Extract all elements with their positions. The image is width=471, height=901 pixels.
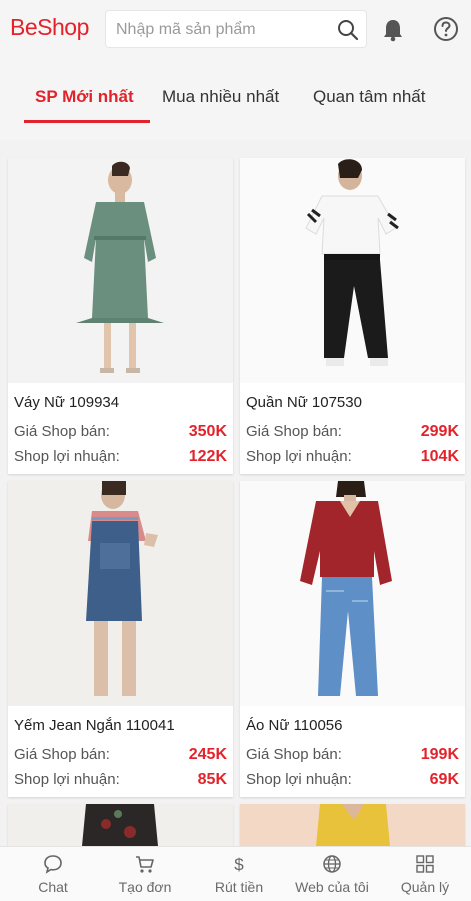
logo-be-text: Be (10, 14, 38, 40)
search-icon[interactable] (336, 18, 360, 42)
product-name: Quần Nữ 107530 (246, 394, 362, 411)
profit-label: Shop lợi nhuận: (246, 771, 352, 788)
product-image (240, 158, 465, 383)
product-card[interactable]: Váy Nữ 109934 Giá Shop bán: 350K Shop lợ… (8, 158, 233, 474)
product-name: Yếm Jean Ngắn 110041 (14, 717, 175, 734)
price-label: Giá Shop bán: (14, 746, 110, 763)
nav-chat[interactable]: Chat (16, 847, 90, 901)
product-card[interactable]: Quần Nữ 107530 Giá Shop bán: 299K Shop l… (240, 158, 465, 474)
svg-text:$: $ (234, 855, 244, 874)
profit-value: 85K (197, 771, 227, 788)
product-card[interactable]: Áo Nữ 110056 Giá Shop bán: 199K Shop lợi… (240, 481, 465, 797)
price-label: Giá Shop bán: (246, 746, 342, 763)
bell-icon[interactable] (382, 18, 404, 42)
nav-my-web-label: Web của tôi (295, 879, 369, 895)
profit-value: 122K (188, 448, 227, 465)
product-card[interactable]: Yếm Jean Ngắn 110041 Giá Shop bán: 245K … (8, 481, 233, 797)
product-name: Váy Nữ 109934 (14, 394, 120, 411)
nav-withdraw-label: Rút tiền (214, 879, 264, 895)
nav-manage[interactable]: Quản lý (390, 847, 460, 901)
beshop-logo[interactable]: BeShop (10, 14, 89, 41)
search-placeholder: Nhập mã sản phẩm (116, 21, 256, 38)
product-image (8, 158, 233, 383)
profit-label: Shop lợi nhuận: (246, 448, 352, 465)
tab-best-selling[interactable]: Mua nhiều nhất (162, 87, 279, 107)
price-value: 199K (420, 746, 459, 763)
nav-create-order-label: Tạo đơn (118, 879, 172, 895)
dollar-icon: $ (234, 855, 244, 874)
profit-value: 69K (429, 771, 459, 788)
product-image (8, 481, 233, 706)
tab-bar: SP Mới nhất Mua nhiều nhất Quan tâm nhất (0, 62, 471, 140)
price-label: Giá Shop bán: (246, 423, 342, 440)
globe-icon (323, 855, 341, 873)
chat-icon (44, 855, 62, 874)
product-image (240, 481, 465, 706)
profit-label: Shop lợi nhuận: (14, 448, 120, 465)
search-input[interactable]: Nhập mã sản phẩm (105, 10, 367, 48)
product-card-partial[interactable] (240, 804, 465, 846)
help-icon[interactable] (433, 16, 459, 42)
app-header: BeShop Nhập mã sản phẩm (0, 0, 471, 62)
bottom-navigation: Chat Tạo đơn $ Rút tiền Web của tôi Quản… (0, 846, 471, 901)
product-image (8, 804, 233, 846)
price-value: 350K (188, 423, 227, 440)
tab-newest[interactable]: SP Mới nhất (35, 87, 134, 107)
tab-most-interested[interactable]: Quan tâm nhất (313, 87, 425, 107)
grid-icon (416, 855, 434, 873)
product-card-partial[interactable] (8, 804, 233, 846)
profit-value: 104K (420, 448, 459, 465)
nav-withdraw[interactable]: $ Rút tiền (202, 847, 276, 901)
product-name: Áo Nữ 110056 (246, 717, 343, 734)
price-label: Giá Shop bán: (14, 423, 110, 440)
price-value: 245K (188, 746, 227, 763)
nav-manage-label: Quản lý (400, 879, 450, 895)
logo-shop-text: Shop (37, 14, 89, 40)
price-value: 299K (420, 423, 459, 440)
cart-icon (136, 856, 154, 873)
nav-my-web[interactable]: Web của tôi (286, 847, 378, 901)
nav-create-order[interactable]: Tạo đơn (108, 847, 182, 901)
active-tab-indicator (24, 120, 150, 123)
nav-chat-label: Chat (38, 879, 68, 895)
profit-label: Shop lợi nhuận: (14, 771, 120, 788)
product-image (240, 804, 465, 846)
